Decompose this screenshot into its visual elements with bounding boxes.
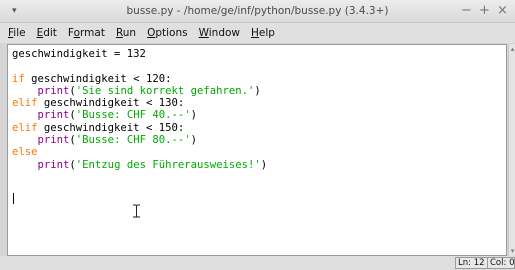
menu-window[interactable]: Window: [199, 26, 240, 40]
menu-run-label: un: [122, 27, 137, 39]
menu-file[interactable]: File: [8, 26, 26, 40]
close-button[interactable]: ×: [497, 3, 508, 19]
menu-window-mnemonic: W: [198, 27, 209, 39]
code-token-str: 'Entzug des Führerausweises!': [75, 158, 261, 171]
code-token-txt: ): [260, 158, 268, 171]
code-line: print('Entzug des Führerausweises!'): [12, 158, 268, 171]
code-token-str: 'Busse: CHF 80.--': [75, 134, 191, 147]
code-token-txt: geschwindigkeit = 132: [12, 48, 146, 60]
code-line: else: [12, 146, 267, 158]
menu-format-label: rmat: [80, 27, 105, 39]
vertical-scrollbar[interactable]: ▴ ▾: [508, 44, 515, 256]
menu-options-label: ptions: [155, 27, 188, 39]
status-bar: Ln: 12 Col: 0: [0, 256, 515, 270]
code-token-str: 'Sie sind korrekt gefahren.': [75, 84, 255, 97]
menu-file-label: ile: [13, 27, 26, 39]
code-token-bi: print: [37, 158, 70, 171]
menu-bar: File Edit Format Run Options Window Help: [0, 23, 515, 43]
code-line: elif geschwindigkeit < 130:: [12, 97, 267, 109]
scroll-down-icon[interactable]: ▾: [509, 246, 515, 256]
maximize-button[interactable]: +: [479, 3, 490, 19]
menu-options[interactable]: Options: [147, 26, 188, 40]
scroll-up-icon[interactable]: ▴: [509, 44, 515, 54]
code-token-txt: ): [190, 109, 197, 122]
code-line: print('Busse: CHF 40.--'): [12, 109, 267, 121]
code-token-str: 'Busse: CHF 40.--': [75, 109, 191, 122]
code-line: print('Busse: CHF 80.--'): [12, 134, 267, 146]
menu-run-mnemonic: R: [115, 27, 123, 39]
code-token-txt: ): [190, 134, 197, 147]
code-token-kw: else: [12, 146, 38, 159]
menu-edit[interactable]: Edit: [37, 26, 57, 40]
code-token-txt: geschwindigkeit < 120:: [24, 72, 172, 85]
menu-window-label: indow: [208, 27, 241, 39]
code-editor[interactable]: geschwindigkeit = 132 if geschwindigkeit …: [7, 44, 507, 256]
code-token-txt: geschwindigkeit < 130:: [37, 97, 185, 110]
code-token-txt: ): [254, 84, 261, 97]
menu-run[interactable]: Run: [116, 26, 136, 40]
menu-help-label: elp: [258, 27, 275, 39]
code-token-kw: elif: [12, 121, 38, 134]
menu-edit-label: dit: [43, 27, 57, 39]
minimize-button[interactable]: −: [461, 3, 472, 19]
text-cursor: [13, 193, 14, 204]
status-line: Ln: 12: [455, 257, 488, 269]
code-line: elif geschwindigkeit < 150:: [12, 122, 267, 134]
code-token-bi: print: [37, 134, 70, 147]
code-line: if geschwindigkeit < 120:: [12, 73, 267, 85]
menu-format[interactable]: Format: [68, 26, 105, 40]
code-line: print('Sie sind korrekt gefahren.'): [12, 85, 267, 97]
code-token-bi: print: [37, 109, 70, 122]
code-text[interactable]: geschwindigkeit = 132 if geschwindigkeit …: [12, 48, 267, 171]
status-column: Col: 0: [487, 257, 515, 269]
code-token-kw: if: [12, 72, 25, 85]
window-controls: − + ×: [461, 3, 508, 19]
menu-help-mnemonic: H: [251, 27, 259, 39]
code-token-bi: print: [37, 84, 70, 97]
window-title: busse.py - /home/ge/inf/python/busse.py …: [126, 5, 389, 17]
menu-help[interactable]: Help: [251, 26, 275, 40]
title-bar: ▾ busse.py - /home/ge/inf/python/busse.p…: [0, 0, 515, 23]
code-line: geschwindigkeit = 132: [12, 48, 267, 60]
code-token-txt: geschwindigkeit < 150:: [37, 121, 185, 134]
code-token-kw: elif: [12, 97, 38, 110]
ibeam-cursor-icon: [133, 204, 140, 218]
